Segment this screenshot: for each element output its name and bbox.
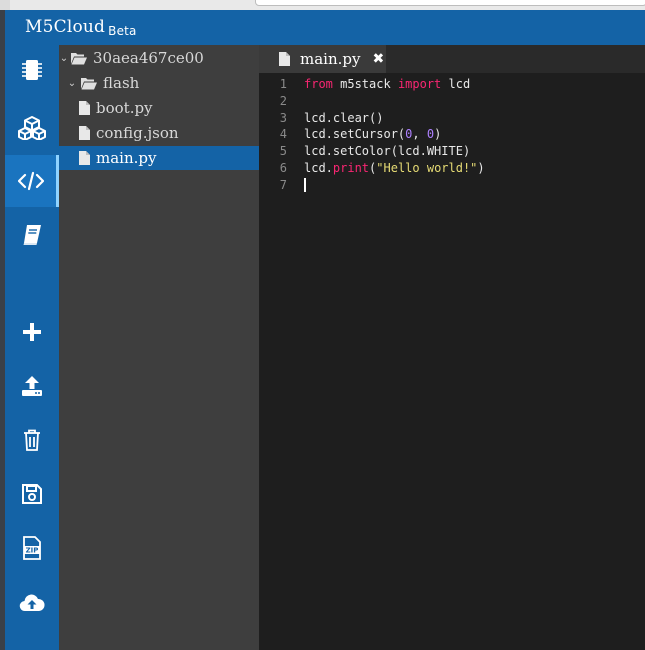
docs-icon bbox=[21, 224, 43, 246]
file-icon bbox=[79, 101, 90, 115]
line-number: 2 bbox=[279, 93, 287, 108]
code-token: ) bbox=[434, 127, 442, 142]
editor-tab-main[interactable]: main.py ✖ bbox=[259, 45, 386, 73]
cloud-upload-icon bbox=[19, 592, 45, 612]
name-token: lcd bbox=[441, 77, 471, 91]
line-number: 1 bbox=[279, 77, 287, 91]
code-line-1: from m5stack import lcd bbox=[304, 76, 485, 93]
tree-file-boot[interactable]: boot.py bbox=[59, 96, 259, 120]
line-number: 7 bbox=[279, 177, 287, 192]
code-line-7 bbox=[304, 177, 485, 194]
line-number: 3 bbox=[279, 110, 287, 125]
code-token: , bbox=[412, 127, 427, 142]
file-icon bbox=[279, 52, 290, 66]
add-button[interactable] bbox=[5, 307, 59, 357]
keyword-token: import bbox=[397, 77, 442, 91]
code-line-4: lcd.setCursor(0, 0) bbox=[304, 126, 485, 143]
editor-tab-bar: main.py ✖ bbox=[259, 45, 645, 73]
line-number: 5 bbox=[279, 144, 287, 159]
function-token: print bbox=[332, 160, 370, 175]
tree-file-label: main.py bbox=[96, 149, 157, 167]
cloud-upload-button[interactable] bbox=[5, 577, 59, 627]
line-number: 6 bbox=[279, 160, 287, 175]
svg-text:ZIP: ZIP bbox=[26, 547, 39, 555]
number-token: 0 bbox=[426, 127, 435, 142]
code-token: ) bbox=[477, 160, 485, 175]
add-icon bbox=[22, 322, 42, 342]
browser-url-bar[interactable] bbox=[255, 0, 645, 6]
icon-sidebar: ZIP bbox=[5, 45, 59, 650]
blocks-icon bbox=[18, 116, 46, 140]
tree-folder-label: flash bbox=[103, 74, 140, 92]
tree-file-main[interactable]: main.py bbox=[59, 146, 259, 170]
code-button[interactable] bbox=[5, 155, 59, 207]
tree-folder-flash[interactable]: ⌄ flash bbox=[59, 71, 259, 95]
string-token: "Hello world!" bbox=[376, 160, 478, 175]
code-area[interactable]: from m5stack import lcd lcd.clear() lcd.… bbox=[304, 76, 485, 194]
file-icon bbox=[79, 126, 90, 140]
save-button[interactable] bbox=[5, 469, 59, 519]
tree-root-folder[interactable]: ⌄ 30aea467ce00 bbox=[59, 46, 259, 70]
close-icon[interactable]: ✖ bbox=[372, 51, 384, 67]
chevron-down-icon[interactable]: ⌄ bbox=[59, 53, 69, 64]
upload-button[interactable] bbox=[5, 361, 59, 411]
line-number-gutter: 1 2 3 4 5 6 7 bbox=[259, 76, 295, 194]
save-icon bbox=[22, 484, 42, 504]
module-token: m5stack bbox=[332, 77, 398, 91]
zip-icon: ZIP bbox=[22, 536, 42, 560]
folder-open-icon bbox=[81, 77, 97, 90]
code-line-3: lcd.clear() bbox=[304, 110, 384, 125]
tree-file-label: config.json bbox=[96, 124, 179, 142]
beta-badge: Beta bbox=[108, 24, 137, 38]
tree-file-config[interactable]: config.json bbox=[59, 121, 259, 145]
code-line-5: lcd.setColor(lcd.WHITE) bbox=[304, 144, 471, 159]
docs-button[interactable] bbox=[5, 210, 59, 260]
device-button[interactable] bbox=[5, 45, 59, 95]
tree-file-label: boot.py bbox=[96, 99, 153, 117]
line-number: 4 bbox=[279, 127, 287, 142]
file-icon bbox=[79, 151, 90, 165]
app-name: M5Cloud bbox=[25, 17, 106, 37]
chevron-down-icon[interactable]: ⌄ bbox=[67, 78, 77, 89]
text-cursor bbox=[304, 178, 306, 193]
file-tree: ⌄ 30aea467ce00 ⌄ flash boot.py config.js… bbox=[59, 45, 259, 650]
code-editor[interactable]: main.py ✖ 1 2 3 4 5 6 7 from m5stack imp… bbox=[259, 45, 645, 650]
app-header: M5Cloud Beta bbox=[5, 10, 645, 45]
trash-icon bbox=[23, 429, 41, 451]
browser-tab-edge bbox=[0, 0, 10, 10]
code-token: lcd. bbox=[304, 160, 333, 175]
upload-icon bbox=[21, 375, 43, 397]
code-line-6: lcd.print("Hello world!") bbox=[304, 160, 485, 177]
folder-open-icon bbox=[71, 52, 87, 65]
blocks-button[interactable] bbox=[5, 103, 59, 153]
editor-tab-label: main.py bbox=[300, 50, 361, 68]
delete-button[interactable] bbox=[5, 415, 59, 465]
zip-button[interactable]: ZIP bbox=[5, 523, 59, 573]
tree-root-label: 30aea467ce00 bbox=[93, 49, 204, 67]
code-icon bbox=[17, 171, 44, 191]
app-title[interactable]: M5Cloud Beta bbox=[25, 17, 137, 38]
code-token: lcd.setCursor( bbox=[304, 127, 406, 142]
device-icon bbox=[22, 58, 42, 82]
keyword-token: from bbox=[304, 77, 333, 91]
